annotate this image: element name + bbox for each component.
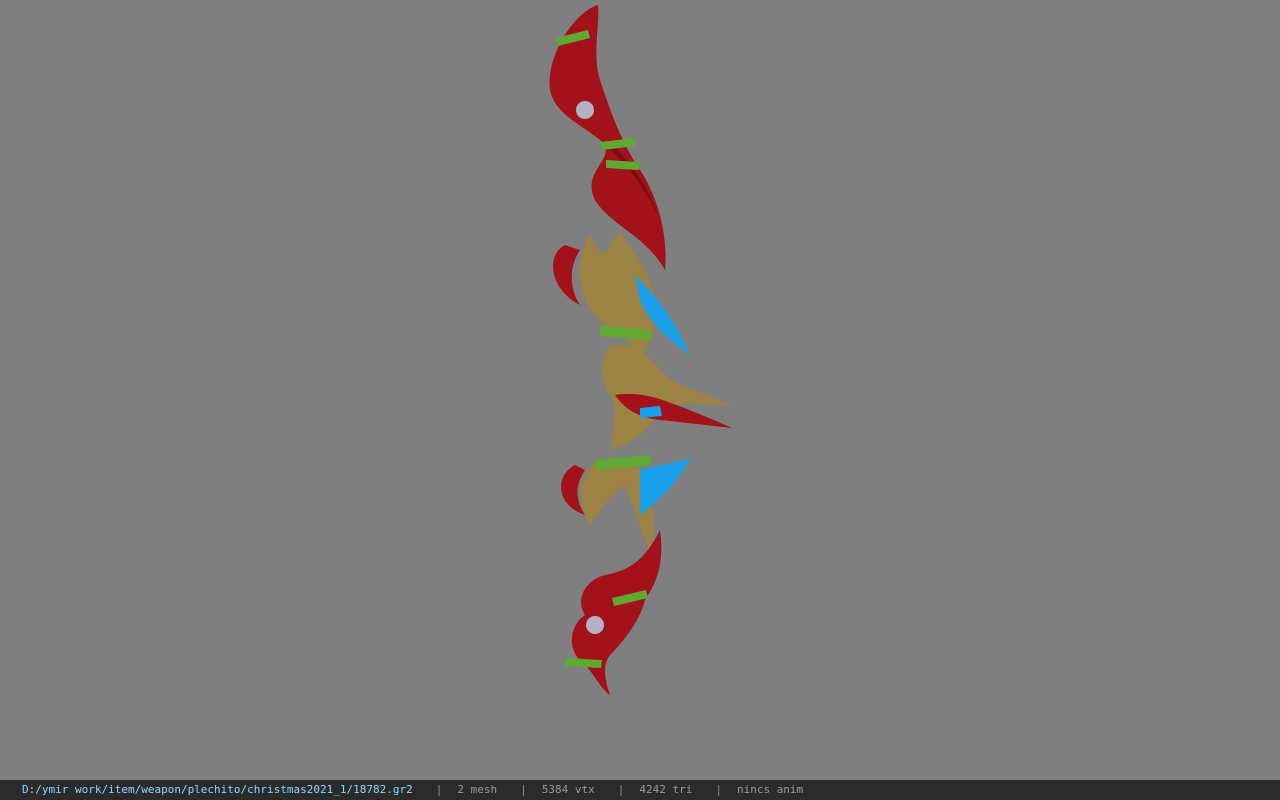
upper-limb xyxy=(549,5,666,270)
vertex-count: 5384 vtx xyxy=(541,783,595,796)
3d-viewport[interactable] xyxy=(0,0,1280,780)
mesh-count: 2 mesh xyxy=(457,783,498,796)
separator: | xyxy=(520,783,527,796)
separator: | xyxy=(617,783,625,796)
status-bar: D:/ymir work/item/weapon/plechito/christ… xyxy=(0,780,1280,800)
separator: | xyxy=(435,783,443,796)
animation-status: nincs anim xyxy=(736,783,804,796)
triangle-count: 4242 tri xyxy=(639,783,693,796)
file-path: D:/ymir work/item/weapon/plechito/christ… xyxy=(22,783,413,796)
separator: | xyxy=(715,783,722,796)
bow-3d-model xyxy=(549,5,732,695)
